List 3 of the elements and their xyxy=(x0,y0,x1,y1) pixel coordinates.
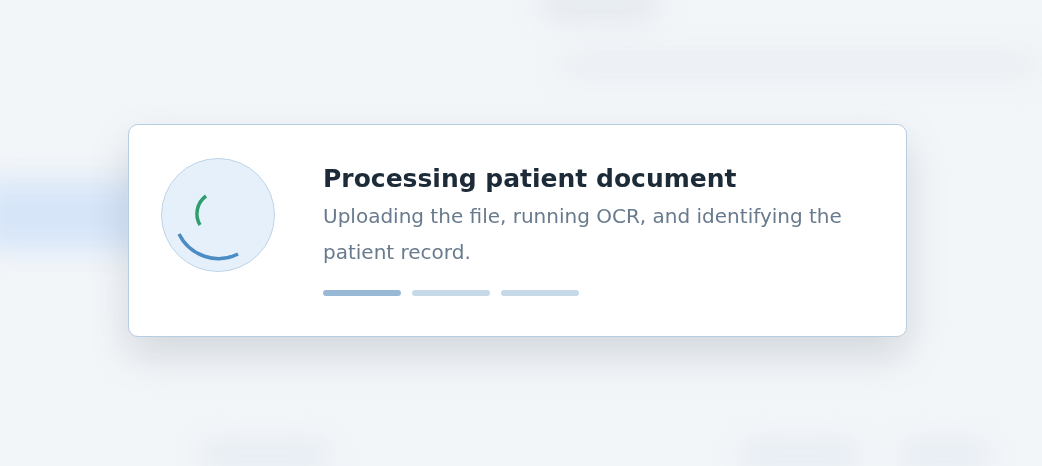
dialog-title: Processing patient document xyxy=(323,162,738,195)
dialog-message: Uploading the file, running OCR, and identifying the patient record. xyxy=(323,202,843,266)
loading-spinner-icon xyxy=(161,157,275,272)
